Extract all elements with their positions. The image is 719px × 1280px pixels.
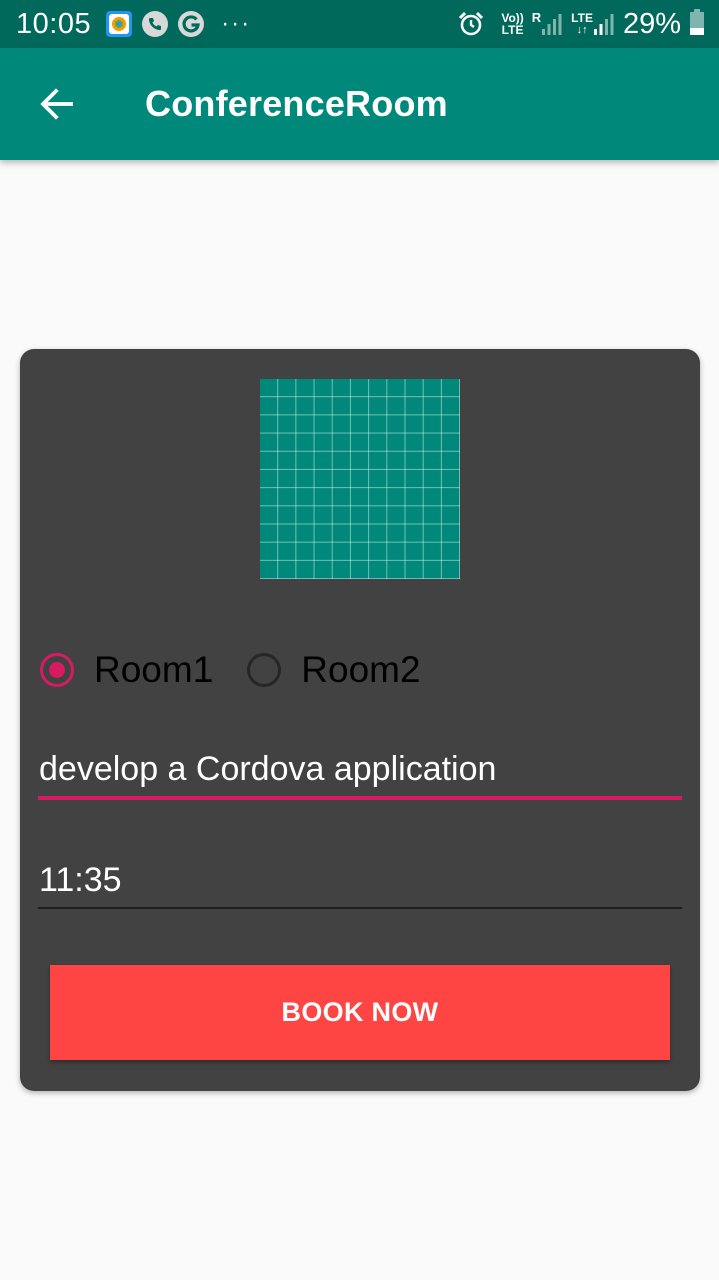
more-notifications-icon: ··· — [221, 10, 252, 37]
lte-label: LTE — [571, 11, 593, 25]
room1-radio[interactable]: Room1 — [40, 649, 213, 691]
radio-checked-icon — [40, 653, 74, 687]
back-arrow-icon — [40, 88, 73, 120]
booking-card: Room1 Room2 develop a Cordova applicatio… — [20, 349, 700, 1091]
task-input[interactable]: develop a Cordova application — [38, 744, 682, 800]
lte-indicator: LTE ↓↑ — [571, 12, 593, 36]
room2-radio[interactable]: Room2 — [247, 649, 421, 691]
status-right-group: Vo)) LTE R LTE ↓↑ 29% — [457, 8, 705, 41]
alarm-icon — [457, 10, 485, 38]
volte-bottom-label: LTE — [501, 23, 524, 37]
signal-sim1: R — [531, 10, 563, 36]
room-radio-group: Room1 Room2 — [40, 649, 455, 691]
signal-bars-icon — [593, 14, 614, 35]
back-button[interactable] — [31, 78, 83, 130]
time-input[interactable]: 11:35 — [38, 855, 682, 909]
status-bar: 10:05 ··· Vo)) LTE R LTE ↓↑ 29% — [0, 0, 719, 48]
battery-percent: 29% — [622, 7, 681, 40]
volte-indicator: Vo)) LTE — [501, 12, 523, 36]
google-g-icon — [177, 10, 205, 38]
signal-bars-icon — [542, 14, 562, 35]
roaming-label: R — [531, 10, 542, 25]
status-time: 10:05 — [16, 7, 92, 40]
phone-call-icon — [141, 10, 169, 38]
book-now-button[interactable]: BOOK NOW — [50, 965, 670, 1060]
room1-label: Room1 — [94, 649, 214, 690]
app-bar: ConferenceRoom — [0, 48, 719, 160]
battery-icon — [689, 8, 705, 41]
gallery-notification-icon — [105, 10, 133, 38]
radio-unchecked-icon — [247, 653, 282, 687]
room2-label: Room2 — [301, 649, 421, 690]
page-title: ConferenceRoom — [145, 83, 448, 124]
signal-sim2: LTE ↓↑ — [571, 12, 615, 36]
data-arrows-icon: ↓↑ — [576, 24, 588, 36]
room-image — [260, 379, 460, 579]
